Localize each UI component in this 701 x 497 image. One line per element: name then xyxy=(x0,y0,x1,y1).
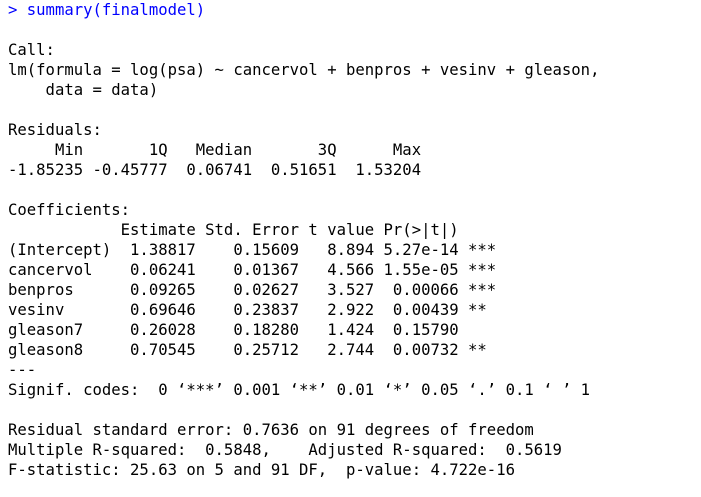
coefficient-row-vesinv: vesinv 0.69646 0.23837 2.922 0.00439 ** xyxy=(8,301,497,319)
coefficient-row-gleason8: gleason8 0.70545 0.25712 2.744 0.00732 *… xyxy=(8,341,497,359)
call-data-line: data = data) xyxy=(8,81,159,99)
console-command-line: > summary(finalmodel) xyxy=(8,1,206,19)
residual-standard-error-line: Residual standard error: 0.7636 on 91 de… xyxy=(8,421,534,439)
separator-line: --- xyxy=(8,361,37,379)
residuals-header-row: Min 1Q Median 3Q Max xyxy=(8,141,431,159)
r-console: > summary(finalmodel) Call: lm(formula =… xyxy=(0,0,701,497)
f-statistic-line: F-statistic: 25.63 on 5 and 91 DF, p-val… xyxy=(8,461,515,479)
residuals-values-row: -1.85235 -0.45777 0.06741 0.51651 1.5320… xyxy=(8,161,431,179)
coefficient-row-intercept: (Intercept) 1.38817 0.15609 8.894 5.27e-… xyxy=(8,241,497,259)
residuals-heading: Residuals: xyxy=(8,121,102,139)
coefficient-row-cancervol: cancervol 0.06241 0.01367 4.566 1.55e-05… xyxy=(8,261,497,279)
r-squared-line: Multiple R-squared: 0.5848, Adjusted R-s… xyxy=(8,441,572,459)
call-heading: Call: xyxy=(8,41,55,59)
signif-codes-line: Signif. codes: 0 ‘***’ 0.001 ‘**’ 0.01 ‘… xyxy=(8,381,591,399)
call-formula-line: lm(formula = log(psa) ~ cancervol + benp… xyxy=(8,61,600,79)
coefficient-row-gleason7: gleason7 0.26028 0.18280 1.424 0.15790 xyxy=(8,321,497,339)
coefficients-heading: Coefficients: xyxy=(8,201,131,219)
coefficients-header-row: Estimate Std. Error t value Pr(>|t|) xyxy=(8,221,497,239)
coefficient-row-benpros: benpros 0.09265 0.02627 3.527 0.00066 **… xyxy=(8,281,497,299)
